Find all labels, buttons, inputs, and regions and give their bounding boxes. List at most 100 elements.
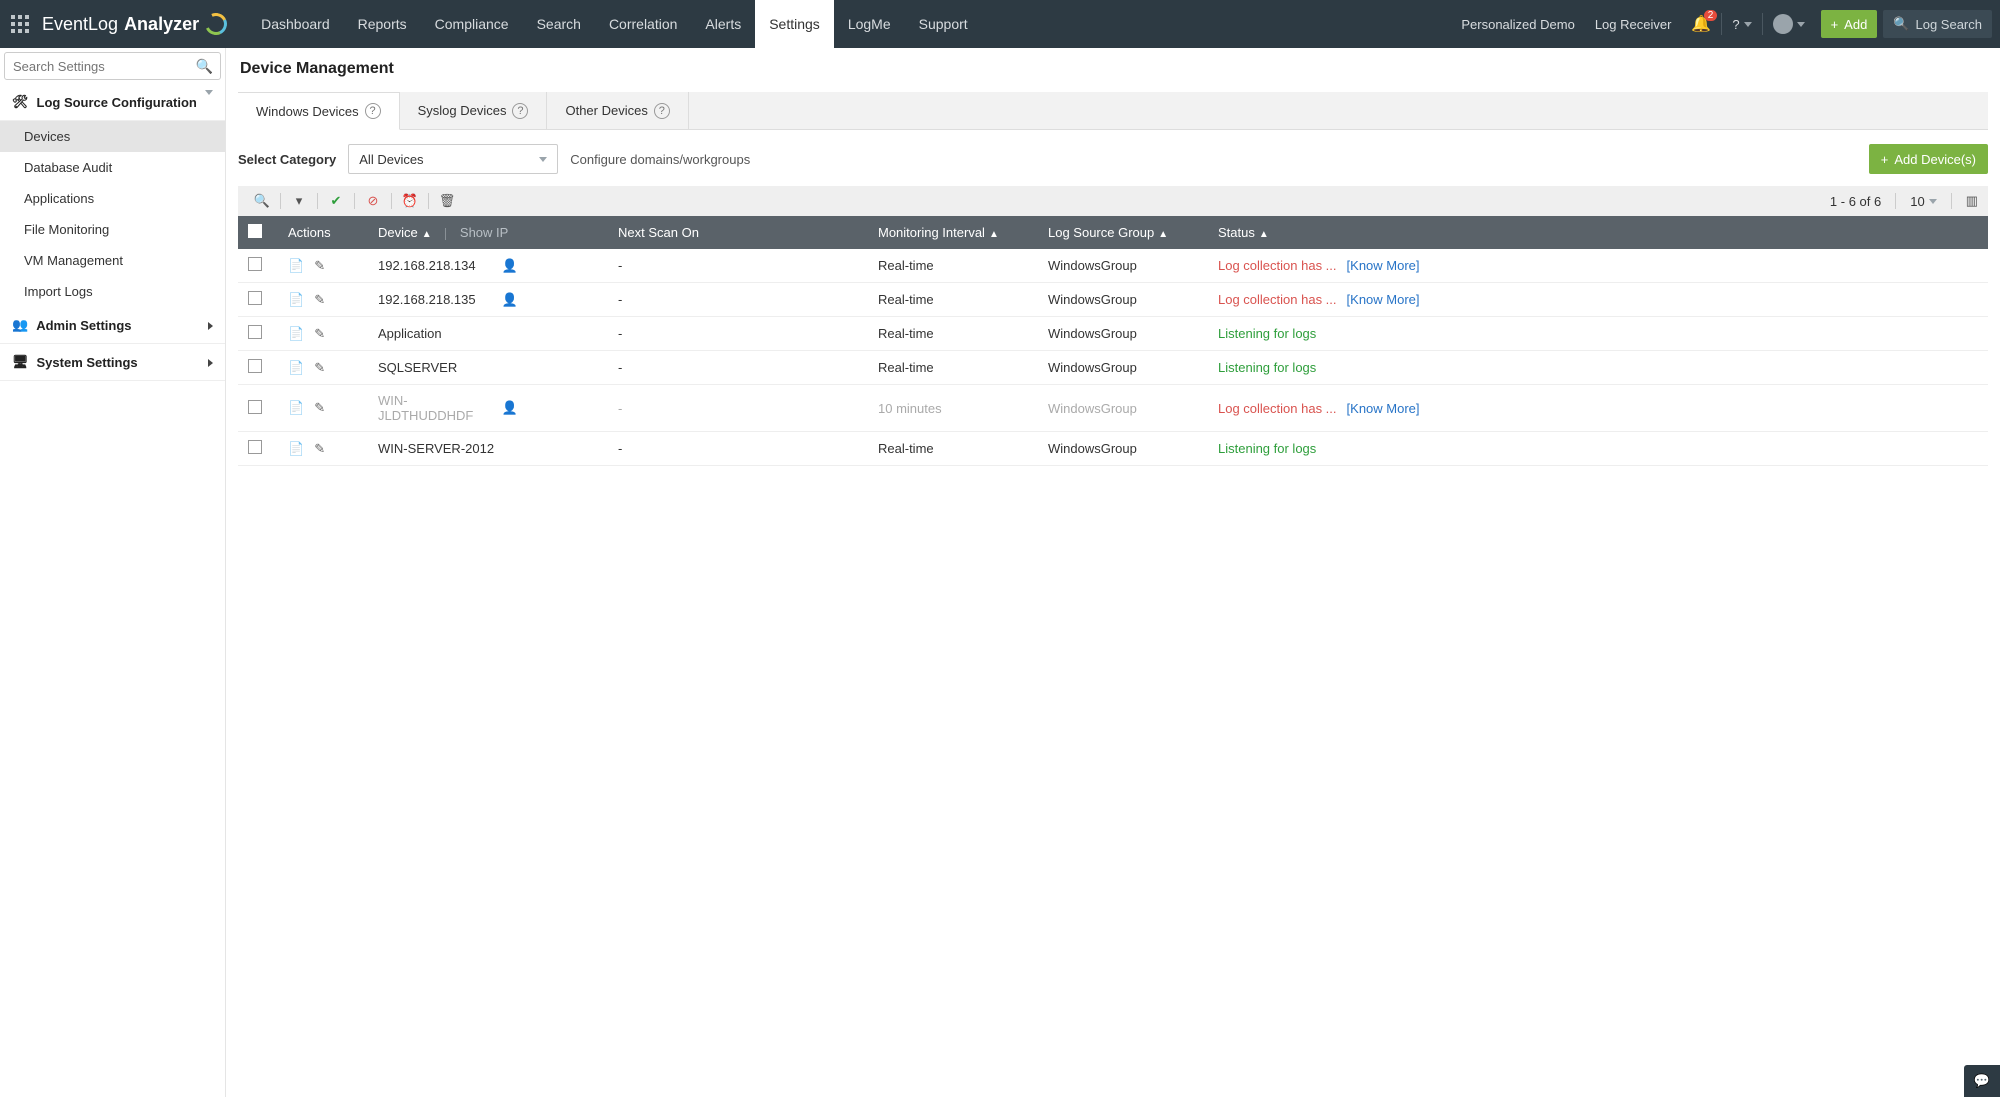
help-icon[interactable]: ? xyxy=(365,103,381,119)
sidebar-section-admin-settings[interactable]: 👥Admin Settings xyxy=(0,307,225,344)
user-icon[interactable]: 👤 xyxy=(502,258,518,274)
row-checkbox[interactable] xyxy=(248,257,262,271)
edit-icon[interactable]: ✎ xyxy=(314,400,325,416)
status-text: Log collection has ... xyxy=(1218,292,1337,307)
help-icon[interactable]: ? xyxy=(654,103,670,119)
delete-button[interactable]: 🗑 xyxy=(433,188,461,214)
pager-range: 1 - 6 of 6 xyxy=(1830,194,1881,209)
topbar: EventLog Analyzer DashboardReportsCompli… xyxy=(0,0,2000,48)
filter-button[interactable]: ▾ xyxy=(285,188,313,214)
tab-other-devices[interactable]: Other Devices? xyxy=(547,92,688,129)
col-status[interactable]: Status▲ xyxy=(1208,216,1988,249)
nav-reports[interactable]: Reports xyxy=(344,0,421,48)
sidebar-item-file-monitoring[interactable]: File Monitoring xyxy=(0,214,225,245)
col-interval[interactable]: Monitoring Interval▲ xyxy=(868,216,1038,249)
add-devices-button[interactable]: + Add Device(s) xyxy=(1869,144,1988,174)
col-device[interactable]: Device▲ Show IP xyxy=(368,216,608,249)
notifications-button[interactable]: 🔔 2 xyxy=(1681,0,1721,48)
brand-logo[interactable]: EventLog Analyzer xyxy=(32,13,243,35)
nav-search[interactable]: Search xyxy=(523,0,595,48)
nav-support[interactable]: Support xyxy=(905,0,982,48)
edit-icon[interactable]: ✎ xyxy=(314,360,325,376)
add-button[interactable]: + Add xyxy=(1821,10,1878,38)
sidebar-section-log-source-configuration[interactable]: 🛠Log Source Configuration xyxy=(0,84,225,121)
main-nav: DashboardReportsComplianceSearchCorrelat… xyxy=(247,0,982,48)
sidebar-section-system-settings[interactable]: 🖥System Settings xyxy=(0,344,225,381)
log-search-button[interactable]: 🔍 Log Search xyxy=(1883,10,1992,38)
row-checkbox[interactable] xyxy=(248,400,262,414)
log-search-label: Log Search xyxy=(1916,17,1983,32)
sidebar-item-vm-management[interactable]: VM Management xyxy=(0,245,225,276)
interval-cell: Real-time xyxy=(868,432,1038,466)
nav-alerts[interactable]: Alerts xyxy=(691,0,755,48)
row-checkbox[interactable] xyxy=(248,291,262,305)
apps-icon xyxy=(11,15,29,33)
edit-icon[interactable]: ✎ xyxy=(314,258,325,274)
row-checkbox[interactable] xyxy=(248,359,262,373)
pager: 1 - 6 of 6 10 ▥ xyxy=(1830,193,1978,209)
sidebar-item-database-audit[interactable]: Database Audit xyxy=(0,152,225,183)
user-icon[interactable]: 👤 xyxy=(502,400,518,416)
tab-syslog-devices[interactable]: Syslog Devices? xyxy=(400,92,548,129)
know-more-link[interactable]: [Know More] xyxy=(1347,258,1420,273)
add-label: Add xyxy=(1844,17,1867,32)
ban-icon: ⊘ xyxy=(368,193,379,209)
nav-logme[interactable]: LogMe xyxy=(834,0,905,48)
nav-settings[interactable]: Settings xyxy=(755,0,834,48)
help-icon[interactable]: ? xyxy=(512,103,528,119)
help-menu[interactable]: ? xyxy=(1722,0,1761,48)
col-group[interactable]: Log Source Group▲ xyxy=(1038,216,1208,249)
sort-asc-icon: ▲ xyxy=(1158,229,1168,240)
personalized-demo-link[interactable]: Personalized Demo xyxy=(1451,0,1584,48)
table-row: 📄✎SQLSERVER-Real-timeWindowsGroupListeni… xyxy=(238,351,1988,385)
know-more-link[interactable]: [Know More] xyxy=(1347,292,1420,307)
search-icon: 🔍 xyxy=(1893,16,1909,32)
user-menu[interactable] xyxy=(1763,0,1815,48)
nav-compliance[interactable]: Compliance xyxy=(421,0,523,48)
edit-icon[interactable]: ✎ xyxy=(314,292,325,308)
disable-button[interactable]: ⊘ xyxy=(359,188,387,214)
tab-windows-devices[interactable]: Windows Devices? xyxy=(238,92,400,130)
config-icon[interactable]: 📄 xyxy=(288,360,304,376)
chevron-down-icon xyxy=(1744,22,1752,27)
chat-button[interactable]: 💬 xyxy=(1964,1065,2000,1097)
category-select[interactable]: All Devices xyxy=(348,144,558,174)
col-next-scan[interactable]: Next Scan On xyxy=(608,216,868,249)
sort-asc-icon: ▲ xyxy=(989,229,999,240)
row-checkbox[interactable] xyxy=(248,325,262,339)
toolbar-divider xyxy=(428,193,429,209)
apps-menu-button[interactable] xyxy=(0,15,32,33)
settings-search-input[interactable] xyxy=(4,52,221,80)
know-more-link[interactable]: [Know More] xyxy=(1347,401,1420,416)
config-icon[interactable]: 📄 xyxy=(288,292,304,308)
search-button[interactable]: 🔍 xyxy=(248,188,276,214)
configure-domains-link[interactable]: Configure domains/workgroups xyxy=(570,152,750,167)
config-icon[interactable]: 📄 xyxy=(288,441,304,457)
row-checkbox[interactable] xyxy=(248,440,262,454)
table-row: 📄✎Application-Real-timeWindowsGroupListe… xyxy=(238,317,1988,351)
nav-dashboard[interactable]: Dashboard xyxy=(247,0,344,48)
select-all-checkbox[interactable] xyxy=(248,224,262,238)
config-icon[interactable]: 📄 xyxy=(288,326,304,342)
sidebar-item-devices[interactable]: Devices xyxy=(0,121,225,152)
sidebar-item-import-logs[interactable]: Import Logs xyxy=(0,276,225,307)
columns-button[interactable]: ▥ xyxy=(1966,193,1978,209)
main-content: Device Management Windows Devices?Syslog… xyxy=(226,48,2000,1097)
group-cell: WindowsGroup xyxy=(1038,283,1208,317)
show-ip-toggle[interactable]: Show IP xyxy=(460,225,508,240)
edit-icon[interactable]: ✎ xyxy=(314,441,325,457)
config-icon[interactable]: 📄 xyxy=(288,258,304,274)
enable-button[interactable]: ✔ xyxy=(322,188,350,214)
config-icon[interactable]: 📄 xyxy=(288,400,304,416)
schedule-button[interactable]: ⏰ xyxy=(396,188,424,214)
user-icon[interactable]: 👤 xyxy=(502,292,518,308)
device-name: 192.168.218.135 xyxy=(378,292,476,307)
interval-cell: Real-time xyxy=(868,283,1038,317)
page-size-select[interactable]: 10 xyxy=(1910,194,1936,209)
toolbar: 🔍 ▾ ✔ ⊘ ⏰ 🗑 1 - 6 of 6 10 xyxy=(238,186,1988,216)
nav-correlation[interactable]: Correlation xyxy=(595,0,691,48)
sidebar-item-applications[interactable]: Applications xyxy=(0,183,225,214)
log-receiver-link[interactable]: Log Receiver xyxy=(1585,0,1682,48)
status-text: Listening for logs xyxy=(1218,360,1316,375)
edit-icon[interactable]: ✎ xyxy=(314,326,325,342)
